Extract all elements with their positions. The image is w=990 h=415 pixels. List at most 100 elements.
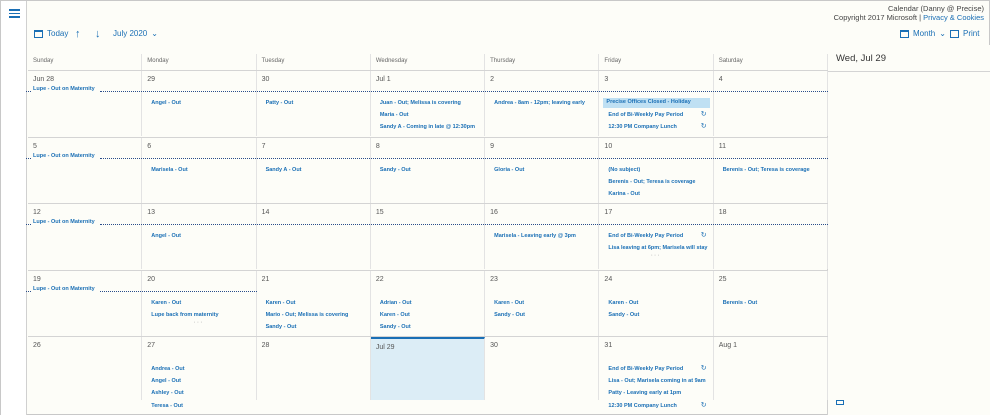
next-month-button[interactable]: ↓ (95, 29, 101, 40)
more-events-indicator[interactable]: ··· (651, 252, 661, 259)
calendar-event[interactable]: 12:30 PM Company Lunch (608, 403, 676, 409)
previous-month-button[interactable]: ↑ (75, 29, 81, 40)
calendar-event[interactable]: Sandy A - Coming in late @ 12:30pm (380, 124, 475, 130)
day-cell[interactable]: Jul 1 Juan - Out; Melissa is covering Mari… (371, 71, 486, 136)
day-cell[interactable]: 26 (28, 337, 143, 400)
day-cell[interactable]: 27 Andrea - Out Angel - Out Ashley - Out Ter… (142, 337, 257, 409)
day-number: 10 (604, 143, 613, 150)
day-cell[interactable]: Aug 1 (714, 337, 828, 400)
day-cell[interactable]: 8 Sandy - Out (371, 138, 486, 203)
day-cell[interactable]: 2 Andrea - 8am - 12pm; leaving early (485, 71, 600, 136)
day-cell[interactable]: 14 (257, 204, 371, 269)
calendar-event[interactable]: Teresa - Out (151, 403, 183, 409)
day-cell-today[interactable]: Jul 29 (370, 337, 486, 400)
calendar-event[interactable]: 12:30 PM Company Lunch (608, 124, 676, 130)
calendar-event[interactable]: Andrea - 8am - 12pm; leaving early (494, 100, 585, 106)
calendar-event[interactable]: Sandy - Out (494, 312, 525, 318)
weekday-header: Monday (142, 54, 257, 70)
day-cell[interactable]: 17 End of Bi-Weekly Pay Period ↻ Lisa leavi… (599, 204, 714, 269)
calendar-event[interactable]: Angel - Out (151, 378, 181, 384)
day-cell[interactable]: 5 (28, 138, 143, 203)
day-number: 28 (261, 342, 270, 349)
calendar-event[interactable]: Lisa - Out; Marisela coming in at 9am (608, 378, 705, 384)
multi-day-event[interactable]: Lupe - Out on Maternity (33, 153, 95, 161)
day-number: 27 (147, 342, 156, 349)
calendar-event[interactable]: Angel - Out (151, 100, 181, 106)
day-cell[interactable]: 6 Marisela - Out (142, 138, 257, 203)
calendar-event[interactable]: Sandy - Out (380, 324, 411, 330)
day-cell[interactable]: 11 Berenis - Out; Teresa is coverage (714, 138, 828, 203)
calendar-event[interactable]: Sandy - Out (266, 324, 297, 330)
calendar-event[interactable]: Andrea - Out (151, 366, 184, 372)
calendar-event[interactable]: Juan - Out; Melissa is covering (380, 100, 461, 106)
day-cell[interactable]: 30 (485, 337, 600, 400)
day-cell[interactable]: 22 Adrian - Out Karen - Out Sandy - Out (371, 271, 486, 336)
recurring-icon: ↻ (700, 111, 707, 119)
calendar-event[interactable]: Ashley - Out (151, 390, 183, 396)
day-cell[interactable]: 13 Angel - Out (142, 204, 257, 269)
day-cell[interactable]: 24 Karen - Out Sandy - Out (599, 271, 714, 336)
day-cell[interactable]: 23 Karen - Out Sandy - Out (485, 271, 600, 336)
calendar-event[interactable]: Lupe back from maternity (151, 312, 218, 318)
day-cell[interactable]: 28 (257, 337, 371, 400)
multi-day-event[interactable]: Lupe - Out on Maternity (33, 86, 95, 94)
day-cell[interactable]: 19 (28, 271, 143, 336)
calendar-event[interactable]: Berenis - Out (723, 300, 758, 306)
day-cell[interactable]: 30 Patty - Out (257, 71, 371, 136)
print-button[interactable]: Print (950, 29, 979, 38)
day-cell[interactable]: 9 Gloria - Out (485, 138, 600, 203)
calendar-event[interactable]: Mario - Out; Melissa is covering (266, 312, 349, 318)
day-cell[interactable]: 25 Berenis - Out (714, 271, 828, 336)
calendar-event[interactable]: Karen - Out (494, 300, 524, 306)
day-cell[interactable]: 4 (714, 71, 828, 136)
chevron-down-icon: ⌄ (151, 29, 158, 38)
calendar-event[interactable]: Angel - Out (151, 233, 181, 239)
day-cell[interactable]: 16 Marisela - Leaving early @ 3pm (485, 204, 600, 269)
multi-day-event-line (26, 158, 31, 159)
calendar-event[interactable]: Gloria - Out (494, 167, 524, 173)
calendar-event[interactable]: Berenis - Out; Teresa is coverage (723, 167, 810, 173)
holiday-event[interactable]: Precise Offices Closed - Holiday (603, 98, 710, 108)
day-cell[interactable]: 3 Precise Offices Closed - Holiday End of … (599, 71, 714, 136)
day-cell[interactable]: 29 Angel - Out (142, 71, 257, 136)
calendar-event[interactable]: End of Bi-Weekly Pay Period (608, 233, 683, 239)
day-cell[interactable]: 20 Karen - Out Lupe back from maternity ··· (142, 271, 257, 336)
calendar-event[interactable]: Patty - Out (266, 100, 294, 106)
month-picker[interactable]: July 2020 ⌄ (113, 29, 158, 38)
view-switcher[interactable]: Month ⌄ (900, 29, 946, 38)
calendar-event[interactable]: End of Bi-Weekly Pay Period (608, 112, 683, 118)
calendar-event[interactable]: Marisela - Out (151, 167, 187, 173)
calendar-event[interactable]: Berenis - Out; Teresa is coverage (608, 179, 695, 185)
day-cell[interactable]: 31 End of Bi-Weekly Pay Period ↻ Lisa - Out… (599, 337, 714, 409)
calendar-event[interactable]: Lisa leaving at 6pm; Marisela will stay (608, 245, 707, 251)
calendar-event[interactable]: Sandy - Out (380, 167, 411, 173)
day-cell[interactable]: 7 Sandy A - Out (257, 138, 371, 203)
calendar-event[interactable]: (No subject) (608, 167, 640, 173)
day-cell[interactable]: 12 (28, 204, 143, 269)
agenda-icon[interactable] (836, 400, 844, 405)
day-cell[interactable]: 10 (No subject) Berenis - Out; Teresa is c… (599, 138, 714, 203)
menu-icon[interactable] (9, 9, 20, 18)
calendar-event[interactable]: Karina - Out (608, 191, 639, 197)
calendar-event[interactable]: Marisela - Leaving early @ 3pm (494, 233, 576, 239)
calendar-event[interactable]: Maria - Out (380, 112, 409, 118)
day-cell[interactable]: 18 (714, 204, 828, 269)
today-button[interactable]: Today (34, 29, 68, 38)
day-cell[interactable]: 21 Karen - Out Mario - Out; Melissa is cov… (257, 271, 371, 336)
multi-day-event[interactable]: Lupe - Out on Maternity (33, 219, 95, 227)
calendar-event[interactable]: Adrian - Out (380, 300, 412, 306)
calendar-event[interactable]: Karen - Out (608, 300, 638, 306)
calendar-event[interactable]: Karen - Out (380, 312, 410, 318)
calendar-event[interactable]: Patty - Leaving early at 1pm (608, 390, 681, 396)
more-events-indicator[interactable]: ··· (193, 319, 203, 326)
calendar-event[interactable]: Karen - Out (151, 300, 181, 306)
calendar-event[interactable]: Karen - Out (266, 300, 296, 306)
calendar-event[interactable]: Sandy - Out (608, 312, 639, 318)
calendar-event[interactable]: Sandy A - Out (266, 167, 302, 173)
calendar-event[interactable]: End of Bi-Weekly Pay Period (608, 366, 683, 372)
day-cell[interactable]: 15 (371, 204, 486, 269)
day-detail-panel: Wed, Jul 29 (828, 45, 990, 415)
day-cell[interactable]: Jun 28 (28, 71, 143, 136)
multi-day-event[interactable]: Lupe - Out on Maternity (33, 286, 95, 294)
privacy-link[interactable]: Privacy & Cookies (923, 13, 984, 22)
